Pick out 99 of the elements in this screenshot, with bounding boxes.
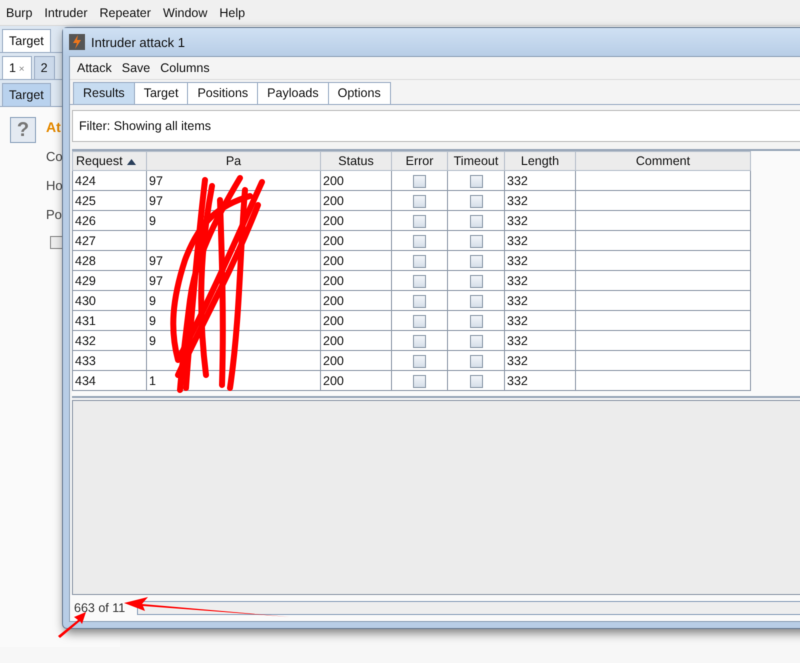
table-cell: 200: [323, 334, 344, 348]
table-cell: 200: [323, 274, 344, 288]
table-cell: 425: [75, 194, 96, 208]
table-cell: 426: [75, 214, 96, 228]
tab[interactable]: Target: [2, 83, 51, 106]
column-header[interactable]: Length: [504, 152, 576, 170]
table-cell: 430: [75, 294, 96, 308]
checkbox[interactable]: [470, 234, 482, 248]
menu-item[interactable]: Help: [213, 6, 252, 20]
checkbox[interactable]: [413, 174, 426, 188]
table-cell: 332: [507, 274, 528, 288]
tab[interactable]: Target: [2, 29, 51, 52]
section-heading: At: [46, 119, 62, 135]
checkbox[interactable]: [413, 314, 426, 328]
table-cell: 200: [323, 234, 344, 248]
table-cell: 427: [75, 234, 96, 248]
column-header[interactable]: Request: [72, 152, 146, 170]
menu-item[interactable]: Intruder: [38, 6, 94, 20]
column-header[interactable]: Timeout: [448, 152, 504, 170]
menu-item[interactable]: Columns: [155, 61, 215, 75]
checkbox[interactable]: [470, 354, 482, 368]
table-cell: 332: [507, 254, 528, 268]
tab[interactable]: Results: [73, 82, 135, 104]
tab[interactable]: Options: [328, 82, 391, 104]
checkbox[interactable]: [470, 214, 482, 228]
table-cell: 9: [149, 314, 156, 328]
checkbox[interactable]: [413, 234, 426, 248]
checkbox[interactable]: [413, 354, 426, 368]
table-cell: 433: [75, 354, 96, 368]
checkbox[interactable]: [470, 374, 482, 388]
checkbox[interactable]: [470, 274, 482, 288]
table-cell: 434: [75, 374, 96, 388]
request-tab[interactable]: 1 ×: [2, 56, 32, 79]
checkbox[interactable]: [470, 254, 482, 268]
table-cell: 97: [149, 194, 163, 208]
checkbox[interactable]: [50, 236, 63, 249]
menu-item[interactable]: Attack: [72, 61, 117, 75]
checkbox[interactable]: [470, 194, 482, 208]
checkbox[interactable]: [413, 254, 426, 268]
table-cell: 432: [75, 334, 96, 348]
table-cell: 97: [149, 254, 163, 268]
column-header[interactable]: Error: [392, 152, 448, 170]
table-cell: 200: [323, 294, 344, 308]
checkbox[interactable]: [413, 294, 426, 308]
table-cell: 97: [149, 274, 163, 288]
table-cell: 200: [323, 214, 344, 228]
tab[interactable]: Target: [134, 82, 188, 104]
menu-item[interactable]: Save: [116, 61, 156, 75]
status-text: 663 of 11: [74, 601, 126, 615]
column-header[interactable]: Pa: [146, 152, 320, 170]
table-cell: 9: [149, 294, 156, 308]
checkbox[interactable]: [470, 174, 482, 188]
checkbox[interactable]: [413, 374, 426, 388]
table-cell: 332: [507, 354, 528, 368]
window-title: Intruder attack 1: [91, 34, 185, 50]
label: Co: [46, 149, 63, 164]
table-cell: 332: [507, 314, 528, 328]
table-cell: 200: [323, 194, 344, 208]
menu-item[interactable]: Window: [156, 6, 214, 20]
table-cell: 431: [75, 314, 96, 328]
table-cell: 97: [149, 174, 163, 188]
table-cell: 424: [75, 174, 96, 188]
table-cell: 429: [75, 274, 96, 288]
filter-bar[interactable]: Filter: Showing all items: [72, 110, 800, 142]
request-tab[interactable]: 2: [34, 56, 55, 79]
menu-item[interactable]: Repeater: [94, 6, 157, 20]
arrow-drawing: [58, 612, 86, 638]
table-cell: 332: [507, 234, 528, 248]
table-cell: 9: [149, 334, 156, 348]
table-cell: 200: [323, 354, 344, 368]
checkbox[interactable]: [470, 294, 482, 308]
table-cell: 332: [507, 174, 528, 188]
label: Po: [46, 207, 63, 222]
label: Ho: [46, 178, 63, 193]
table-cell: 332: [507, 334, 528, 348]
table-cell: 200: [323, 254, 344, 268]
tab[interactable]: Positions: [187, 82, 258, 104]
table-cell: 9: [149, 214, 156, 228]
table-cell: 332: [507, 214, 528, 228]
lightning-icon: [69, 34, 85, 50]
table-cell: 428: [75, 254, 96, 268]
menu-item[interactable]: Burp: [0, 6, 38, 20]
table-cell: 332: [507, 294, 528, 308]
table-cell: 200: [323, 174, 344, 188]
table-cell: 332: [507, 194, 528, 208]
table-cell: 200: [323, 374, 344, 388]
tab[interactable]: Payloads: [257, 82, 329, 104]
table-cell: 1: [149, 374, 156, 388]
checkbox[interactable]: [413, 274, 426, 288]
help-icon[interactable]: ?: [10, 117, 36, 143]
checkbox[interactable]: [413, 214, 426, 228]
checkbox[interactable]: [470, 334, 482, 348]
checkbox[interactable]: [413, 334, 426, 348]
table-cell: 200: [323, 314, 344, 328]
column-header[interactable]: Comment: [576, 152, 750, 170]
column-header[interactable]: Status: [320, 152, 392, 170]
table-cell: 332: [507, 374, 528, 388]
checkbox[interactable]: [413, 194, 426, 208]
checkbox[interactable]: [470, 314, 482, 328]
